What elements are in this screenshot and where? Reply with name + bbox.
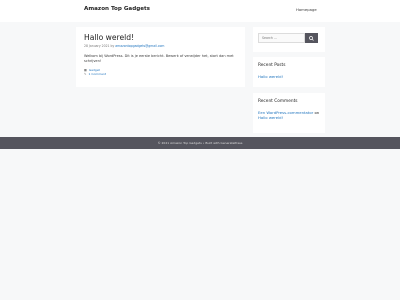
nav-item-homepage[interactable]: Homepage (296, 7, 317, 12)
recent-comments-widget: Recent Comments Een WordPress-commentato… (253, 93, 325, 133)
post-author[interactable]: amazontopgadgets@gmail.com (115, 44, 164, 48)
post-meta: 28 January 2021 by amazontopgadgets@gmai… (84, 44, 237, 48)
search-input[interactable] (258, 33, 305, 43)
recent-comments-title: Recent Comments (258, 99, 298, 104)
site-header: Amazon Top Gadgets Homepage (0, 0, 400, 22)
post-date[interactable]: 28 January 2021 (84, 44, 110, 48)
post-title[interactable]: Hallo wereld! (84, 33, 237, 42)
post-article: Hallo wereld! 28 January 2021 by amazont… (76, 27, 245, 87)
comment-icon: ✎ (84, 72, 87, 76)
comments-link[interactable]: 1 Comment (89, 72, 107, 76)
recent-posts-title: Recent Posts (258, 63, 286, 68)
search-widget (253, 27, 325, 52)
recent-posts-list: Hallo wereld! (258, 74, 320, 79)
search-icon (309, 35, 314, 41)
recent-post-link[interactable]: Hallo wereld! (258, 74, 283, 79)
recent-posts-widget: Recent Posts Hallo wereld! (253, 57, 325, 87)
comment-on-text: on (314, 110, 320, 115)
search-button[interactable] (305, 33, 318, 43)
recent-comment-item: Een WordPress-commentator on Hallo werel… (258, 110, 320, 120)
post-footer: ■ Gadget ✎ 1 Comment (84, 68, 237, 76)
site-footer: © 2021 Amazon Top Gadgets • Built with G… (0, 137, 400, 149)
post-content: Welkom bij WordPress. Dit is je eerste b… (84, 54, 234, 63)
site-title[interactable]: Amazon Top Gadgets (84, 6, 150, 12)
footer-text: © 2021 Amazon Top Gadgets • Built with G… (157, 141, 243, 145)
post-by: by (110, 44, 115, 48)
comments-row: ✎ 1 Comment (84, 72, 237, 76)
comment-post-link[interactable]: Hallo wereld! (258, 115, 283, 120)
